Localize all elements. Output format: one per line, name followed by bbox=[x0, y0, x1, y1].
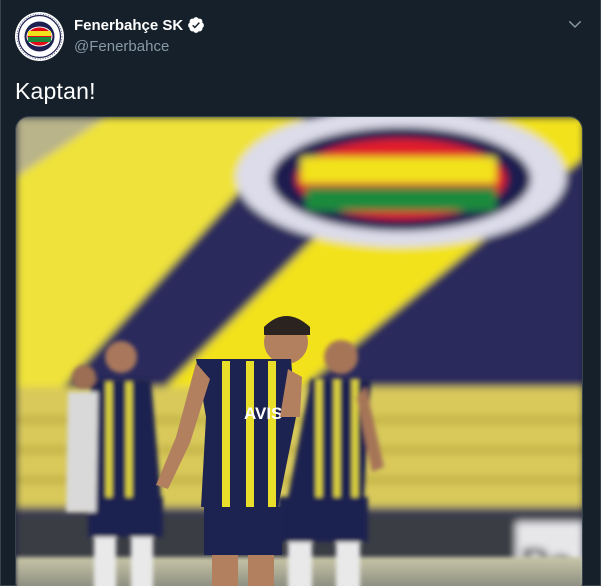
stadium-photo: Pa bbox=[16, 117, 582, 586]
shirt-sponsor-label: AVIS bbox=[244, 404, 282, 423]
user-handle[interactable]: @Fenerbahce bbox=[74, 38, 205, 55]
tweet-text: Kaptan! bbox=[15, 78, 96, 104]
tweet-card[interactable]: Fenerbahçe SK @Fenerbahce Kaptan! AVIS bbox=[0, 0, 601, 586]
verified-badge-icon bbox=[187, 16, 205, 34]
tweet-photo[interactable]: Pa bbox=[15, 116, 583, 586]
fenerbahce-crest-icon bbox=[15, 12, 64, 61]
display-name[interactable]: Fenerbahçe SK bbox=[74, 17, 183, 34]
author-block[interactable]: Fenerbahçe SK @Fenerbahce bbox=[74, 15, 205, 55]
name-row: Fenerbahçe SK bbox=[74, 15, 205, 35]
chevron-down-icon[interactable] bbox=[566, 15, 584, 33]
avatar[interactable] bbox=[15, 12, 64, 61]
